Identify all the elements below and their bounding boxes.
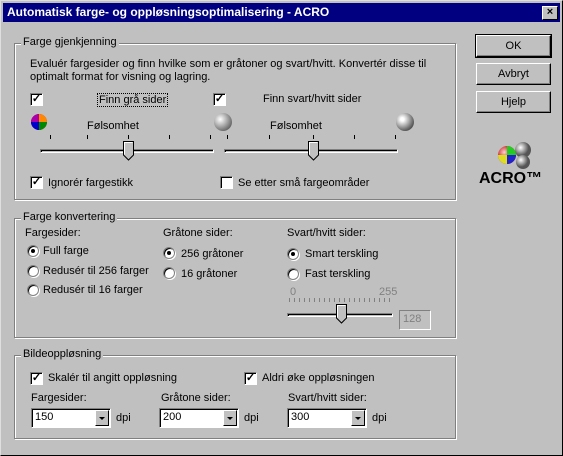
dialog-window: Automatisk farge- og oppløsningsoptimali…	[0, 0, 563, 456]
resolution-title: Bildeoppløsning	[21, 348, 104, 360]
small-color-areas-checkbox[interactable]	[220, 176, 233, 189]
small-color-areas-label[interactable]: Se etter små fargeområder	[238, 177, 369, 189]
bw-pages-dpi-label: Svart/hvitt sider:	[288, 392, 367, 404]
description-line1: Evaluér fargesider og finn hvilke som er…	[30, 58, 427, 70]
dpi-unit-label: dpi	[116, 412, 131, 424]
slider-thumb[interactable]	[336, 304, 347, 324]
never-increase-checkbox[interactable]: ✓	[244, 372, 257, 385]
color-pages-dpi-label: Fargesider:	[31, 392, 87, 404]
radio-16-gray[interactable]	[163, 267, 175, 279]
bw-dpi-dropdown[interactable]: 300	[287, 408, 367, 428]
dpi-unit-label: dpi	[244, 412, 259, 424]
radio-full-color[interactable]	[27, 245, 39, 257]
radio-fixed-threshold[interactable]	[287, 268, 299, 280]
acro-logo: ACRO™	[477, 141, 557, 191]
find-gray-checkbox[interactable]: ✓	[30, 93, 43, 106]
radio-smart-threshold[interactable]	[287, 248, 299, 260]
window-title: Automatisk farge- og oppløsningsoptimali…	[7, 5, 330, 19]
gray-dpi-value: 200	[163, 411, 182, 423]
radio-16-colors[interactable]	[27, 284, 39, 296]
scale-resolution-label[interactable]: Skalér til angitt oppløsning	[48, 372, 177, 384]
chevron-down-icon[interactable]	[95, 410, 109, 426]
sensitivity-slider-left[interactable]	[40, 135, 214, 161]
bw-pages-header: Svart/hvitt sider:	[287, 227, 366, 239]
chevron-down-icon[interactable]	[351, 410, 365, 426]
find-bw-label[interactable]: Finn svart/hvitt sider	[263, 93, 361, 105]
find-bw-checkbox[interactable]: ✓	[213, 93, 226, 106]
threshold-max-label: 255	[379, 286, 398, 298]
color-pages-header: Fargesider:	[25, 227, 81, 239]
scale-resolution-checkbox[interactable]: ✓	[30, 372, 43, 385]
cancel-button[interactable]: Avbryt	[476, 63, 551, 85]
radio-smart-threshold-label[interactable]: Smart terskling	[305, 248, 378, 260]
radio-256-colors[interactable]	[27, 265, 39, 277]
sensitivity-label-right: Følsomhet	[270, 120, 322, 132]
ignore-color-cast-label[interactable]: Ignorér fargestikk	[48, 177, 133, 189]
color-dpi-dropdown[interactable]: 150	[31, 408, 111, 428]
gray-ball-icon	[214, 113, 232, 131]
color-conversion-title: Farge konvertering	[21, 211, 118, 223]
sensitivity-slider-right[interactable]	[224, 135, 398, 161]
help-button[interactable]: Hjelp	[476, 91, 551, 113]
color-ball-icon	[30, 113, 48, 131]
dpi-unit-label: dpi	[372, 412, 387, 424]
gray-dpi-dropdown[interactable]: 200	[159, 408, 239, 428]
gray-pages-header: Gråtone sider:	[163, 227, 233, 239]
color-dpi-value: 150	[35, 411, 54, 423]
slider-thumb[interactable]	[308, 141, 319, 161]
radio-256-gray[interactable]	[163, 247, 175, 259]
threshold-min-label: 0	[290, 286, 297, 298]
radio-full-color-label[interactable]: Full farge	[43, 245, 89, 257]
bw-dpi-value: 300	[291, 411, 310, 423]
sensitivity-label-left: Følsomhet	[87, 120, 139, 132]
radio-256-colors-label[interactable]: Redusér til 256 farger	[43, 265, 149, 277]
radio-256-gray-label[interactable]: 256 gråtoner	[181, 248, 243, 260]
radio-16-colors-label[interactable]: Redusér til 16 farger	[43, 284, 143, 296]
description-line2: optimalt format for visning og lagring.	[30, 71, 211, 83]
bw-ball-icon	[396, 113, 414, 131]
ignore-color-cast-checkbox[interactable]: ✓	[30, 176, 43, 189]
radio-fixed-threshold-label[interactable]: Fast terskling	[305, 268, 370, 280]
slider-thumb[interactable]	[123, 141, 134, 161]
find-gray-label[interactable]: Finn grå sider	[97, 93, 169, 107]
color-detection-title: Farge gjenkjenning	[21, 36, 119, 48]
logo-balls-graphic	[498, 142, 531, 169]
threshold-slider[interactable]	[287, 298, 395, 324]
logo-text: ACRO™	[479, 170, 543, 187]
ok-button[interactable]: OK	[475, 34, 552, 58]
close-button[interactable]: ×	[542, 6, 558, 20]
gray-pages-dpi-label: Gråtone sider:	[161, 392, 231, 404]
never-increase-label[interactable]: Aldri øke oppløsningen	[262, 372, 375, 384]
threshold-value-field[interactable]: 128	[399, 310, 431, 330]
radio-16-gray-label[interactable]: 16 gråtoner	[181, 268, 237, 280]
chevron-down-icon[interactable]	[223, 410, 237, 426]
title-bar: Automatisk farge- og oppløsningsoptimali…	[3, 3, 560, 22]
